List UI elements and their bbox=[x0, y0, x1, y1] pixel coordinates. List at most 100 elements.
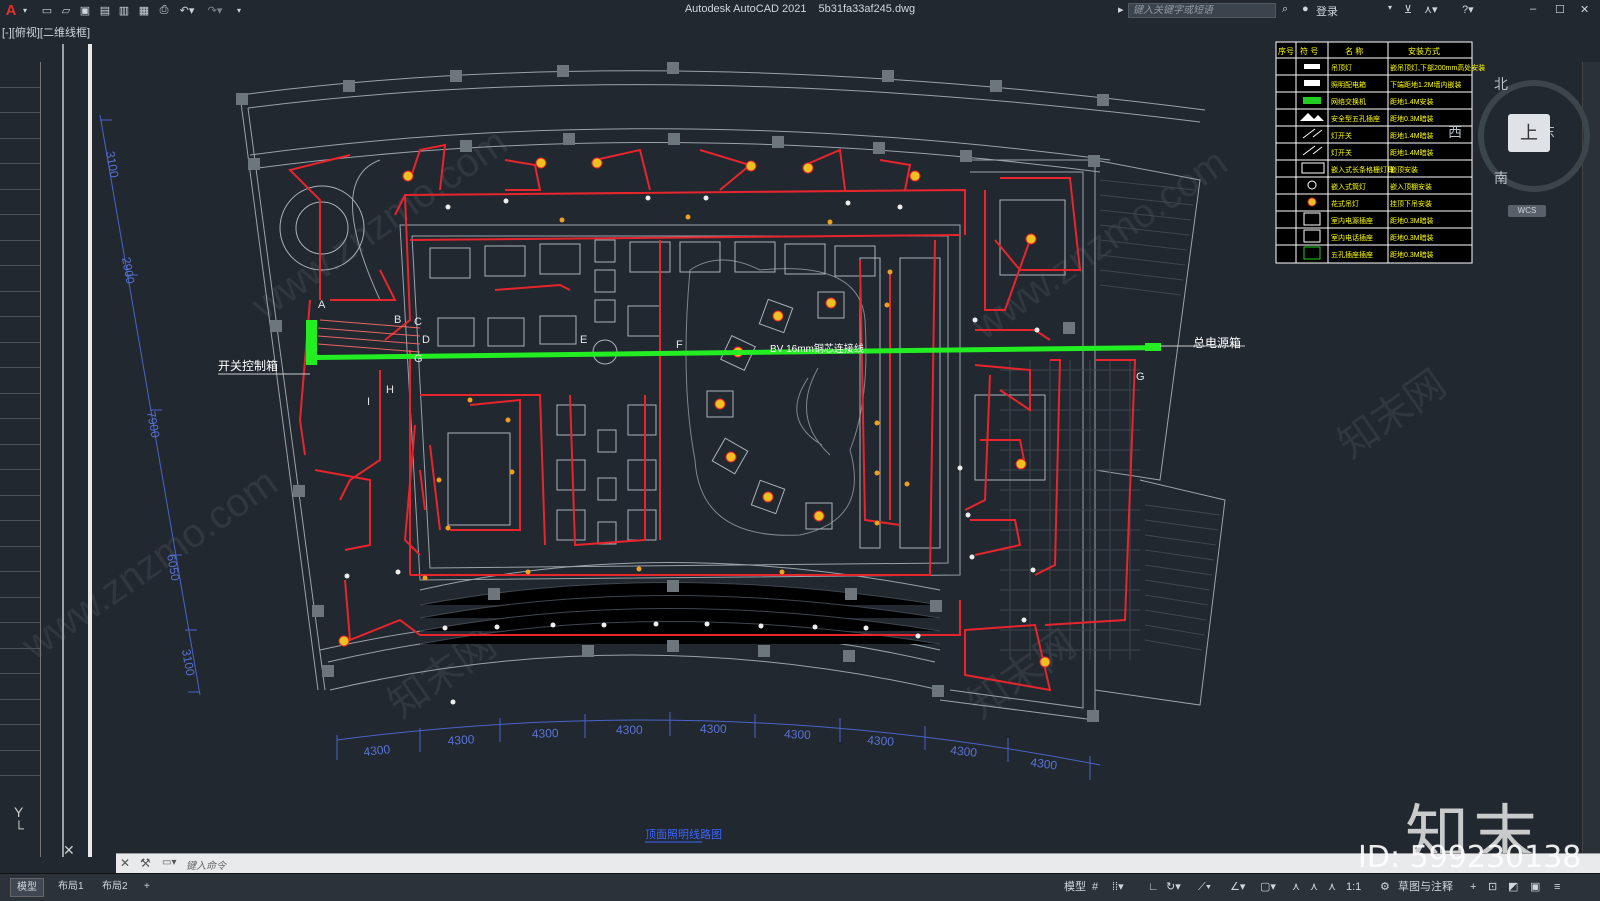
dim-left-4: 6050 bbox=[164, 553, 182, 582]
user-menu-chevron-icon[interactable]: ▾ bbox=[1388, 3, 1392, 18]
dim-bottom-8: 4300 bbox=[950, 743, 978, 760]
workspace-switcher[interactable]: 草图与注释 bbox=[1398, 878, 1453, 896]
cart-icon[interactable]: ⊻ bbox=[1404, 3, 1412, 18]
legend-method-3: 距地1.4M安装 bbox=[1390, 97, 1434, 106]
auto-scale-icon[interactable]: ⋏ bbox=[1310, 878, 1318, 896]
search-input[interactable]: 键入关键字或短语 bbox=[1128, 3, 1276, 18]
save-web-icon[interactable]: ▦ bbox=[137, 3, 151, 18]
dim-bottom-2: 4300 bbox=[447, 732, 475, 748]
customize-wrench-icon[interactable]: ⚒ bbox=[140, 856, 151, 870]
sign-in-link[interactable]: 登录 bbox=[1316, 3, 1338, 18]
dim-left-3: 7900 bbox=[144, 410, 162, 439]
help-icon[interactable]: ?▾ bbox=[1462, 3, 1474, 18]
dim-bottom-5: 4300 bbox=[700, 722, 727, 736]
legend-name-3: 网络交换机 bbox=[1331, 97, 1366, 106]
add-icon[interactable]: + bbox=[1470, 878, 1476, 896]
dim-left-1: 3100 bbox=[103, 150, 121, 179]
snap-icon[interactable]: ⁞⁞▾ bbox=[1112, 878, 1124, 896]
dim-bottom-9: 4300 bbox=[1030, 755, 1059, 773]
legend-method-8: 嵌入顶棚安装 bbox=[1390, 182, 1432, 191]
open-folder-icon[interactable]: ▱ bbox=[59, 3, 73, 18]
model-space-button[interactable]: 模型 bbox=[1064, 878, 1086, 896]
tab-layout2[interactable]: 布局2 bbox=[96, 878, 134, 895]
wcs-menu[interactable]: WCS bbox=[1508, 205, 1546, 217]
point-label-i: I bbox=[367, 396, 370, 408]
palette-divider bbox=[62, 44, 64, 857]
redo-icon[interactable]: ↷▾ bbox=[206, 3, 224, 18]
grid-icon[interactable]: # bbox=[1092, 878, 1098, 896]
search-arrow-icon[interactable]: ▸ bbox=[1118, 3, 1124, 18]
annotation-visibility-icon[interactable]: ⋏ bbox=[1292, 878, 1300, 896]
user-icon[interactable]: ● bbox=[1302, 3, 1309, 18]
search-icon[interactable]: ⌕ bbox=[1282, 3, 1288, 18]
drawing-title: 顶面照明线路图 bbox=[645, 827, 722, 841]
dynamic-ucs-icon[interactable]: ∠▾ bbox=[1230, 878, 1245, 896]
legend-method-5: 距地1.4M暗装 bbox=[1390, 131, 1434, 140]
tab-model[interactable]: 模型 bbox=[10, 878, 44, 897]
plot-icon[interactable]: ⎙ bbox=[157, 3, 171, 18]
legend-name-9: 花式吊灯 bbox=[1331, 199, 1359, 208]
status-bar: 模型 布局1 布局2 + 模型 # ⁞⁞▾ ∟ ↻▾ ⟋▾ ∠▾ ▢▾ ⋏ ⋏ … bbox=[0, 873, 1600, 901]
tool-palette[interactable] bbox=[0, 62, 41, 857]
annotation-scale-icon[interactable]: ⋏ bbox=[1328, 878, 1336, 896]
clean-screen-icon[interactable]: ▣ bbox=[1530, 878, 1540, 896]
hardware-acceleration-icon[interactable]: ◩ bbox=[1508, 878, 1518, 896]
legend-method-11: 距地0.3M暗装 bbox=[1390, 233, 1434, 242]
mainbox-label: 总电源箱 bbox=[1193, 335, 1241, 350]
new-file-icon[interactable]: ▭ bbox=[40, 3, 54, 18]
legend-header-no: 序号 bbox=[1278, 46, 1294, 56]
ortho-icon[interactable]: ∟ bbox=[1148, 878, 1159, 896]
close-icon[interactable]: ✕ bbox=[1580, 3, 1589, 18]
workspace-gear-icon[interactable]: ⚙ bbox=[1380, 878, 1390, 896]
legend-name-5: 灯开关 bbox=[1331, 131, 1352, 140]
legend-header-symbol: 符 号 bbox=[1300, 46, 1318, 56]
isolate-icon[interactable]: ⊡ bbox=[1488, 878, 1497, 896]
osnap-icon[interactable]: ⟋▾ bbox=[1198, 878, 1211, 896]
annotation-scale-value[interactable]: 1:1 bbox=[1346, 878, 1361, 896]
point-label-a: A bbox=[318, 299, 326, 311]
dim-bottom-4: 4300 bbox=[616, 723, 643, 737]
legend-pendant-icon bbox=[1307, 197, 1317, 207]
tab-layout1[interactable]: 布局1 bbox=[52, 878, 90, 895]
maximize-icon[interactable]: ☐ bbox=[1555, 3, 1565, 18]
undo-icon[interactable]: ↶▾ bbox=[178, 3, 196, 18]
point-label-g2: G bbox=[1136, 371, 1145, 383]
point-label-b: B bbox=[394, 314, 401, 326]
autocad-logo-icon[interactable]: A bbox=[2, 2, 20, 19]
customization-menu-icon[interactable]: ≡ bbox=[1554, 878, 1560, 896]
minimize-icon[interactable]: – bbox=[1530, 3, 1536, 18]
polar-icon[interactable]: ↻▾ bbox=[1166, 878, 1181, 896]
save-as-icon[interactable]: ▤ bbox=[98, 3, 112, 18]
dim-bottom-6: 4300 bbox=[784, 727, 811, 742]
compass-west[interactable]: 西 bbox=[1448, 122, 1462, 142]
legend-panel-icon bbox=[1304, 80, 1320, 86]
dim-bottom-1: 4300 bbox=[363, 742, 391, 759]
legend-method-6: 距地1.4M暗装 bbox=[1390, 148, 1434, 157]
tab-add-layout[interactable]: + bbox=[138, 878, 156, 895]
save-icon[interactable]: ▣ bbox=[78, 3, 92, 18]
selection-cycling-icon[interactable]: ▢▾ bbox=[1260, 878, 1276, 896]
point-label-d: D bbox=[422, 334, 430, 346]
legend-name-8: 嵌入式筒灯 bbox=[1331, 182, 1366, 191]
point-label-h: H bbox=[386, 384, 394, 396]
open-web-icon[interactable]: ▥ bbox=[117, 3, 131, 18]
close-command-icon[interactable]: ✕ bbox=[120, 856, 130, 870]
legend-table: 序号 符 号 名 称 安装方式 吊顶灯 嵌吊顶灯,下部200mm高处安装 照明配… bbox=[1275, 41, 1485, 264]
ucs-icon: Y └ bbox=[14, 804, 24, 836]
point-label-e: E bbox=[580, 334, 587, 346]
wire-label: BV 16mm铜芯连接线 bbox=[770, 342, 864, 355]
title-bar: A ▾ ▭ ▱ ▣ ▤ ▥ ▦ ⎙ ↶▾ ↷▾ ▾ Autodesk AutoC… bbox=[0, 0, 1600, 23]
autodesk-a360-icon[interactable]: ⋏▾ bbox=[1424, 3, 1438, 18]
drawing-canvas[interactable]: www.znzmo.com www.znzmo.com 知末网 知末网 知末网 … bbox=[0, 22, 1600, 857]
app-menu-chevron-icon[interactable]: ▾ bbox=[20, 3, 30, 18]
legend-name-6: 灯开关 bbox=[1331, 148, 1352, 157]
customize-chevron-icon[interactable]: ▾ bbox=[234, 3, 244, 18]
recent-commands-icon[interactable]: ▭▾ bbox=[162, 857, 176, 868]
compass-south[interactable]: 南 bbox=[1494, 168, 1508, 188]
compass-north[interactable]: 北 bbox=[1494, 74, 1508, 94]
viewport-controls[interactable]: [-][俯视][二维线框] bbox=[2, 24, 90, 40]
command-input[interactable]: 键入命令 bbox=[186, 857, 226, 872]
viewcube-top-face[interactable]: 上 bbox=[1508, 114, 1550, 152]
ucs-x-icon: ✕ bbox=[63, 842, 75, 857]
legend-method-2: 下端距地1.2M墙内嵌装 bbox=[1390, 80, 1462, 89]
